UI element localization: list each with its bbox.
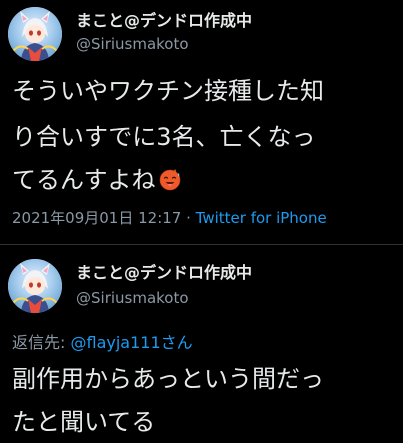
reply-text-line-2: たと聞いてる — [12, 408, 156, 436]
tweet-timestamp[interactable]: 2021年09月01日 12:17 — [12, 209, 181, 227]
avatar[interactable] — [8, 7, 62, 61]
reply-avatar-image — [8, 259, 62, 313]
reply-author-display-name[interactable]: まこと@デンドロ作成中 — [76, 263, 252, 283]
tweet-thread: まこと@デンドロ作成中 @Siriusmakoto そういやワクチン接種した知 … — [0, 0, 403, 443]
reply-mention-link[interactable]: @flayja111さん — [70, 333, 192, 352]
meta-separator: · — [181, 209, 196, 227]
author-handle[interactable]: @Siriusmakoto — [76, 35, 189, 54]
reply-author-handle[interactable]: @Siriusmakoto — [76, 289, 189, 308]
avatar-image — [8, 7, 62, 61]
tweet-text-line-3: てるんすよね — [12, 165, 182, 195]
tweet-text-line-1: そういやワクチン接種した知 — [12, 77, 324, 105]
tweet-text-line-3-text: てるんすよね — [12, 166, 156, 194]
reply-avatar[interactable] — [8, 259, 62, 313]
hot-face-emoji-icon — [158, 167, 182, 191]
tweet-divider — [0, 244, 403, 245]
author-display-name[interactable]: まこと@デンドロ作成中 — [76, 11, 252, 31]
reply-to-label: 返信先: — [12, 333, 71, 352]
tweet-meta: 2021年09月01日 12:17 · Twitter for iPhone — [12, 208, 327, 228]
tweet-text-line-2: り合いすでに3名、亡くなっ — [12, 123, 316, 151]
reply-to-line: 返信先: @flayja111さん — [12, 333, 193, 353]
tweet-source-link[interactable]: Twitter for iPhone — [196, 209, 327, 227]
reply-text-line-1: 副作用からあっという間だっ — [12, 365, 324, 393]
